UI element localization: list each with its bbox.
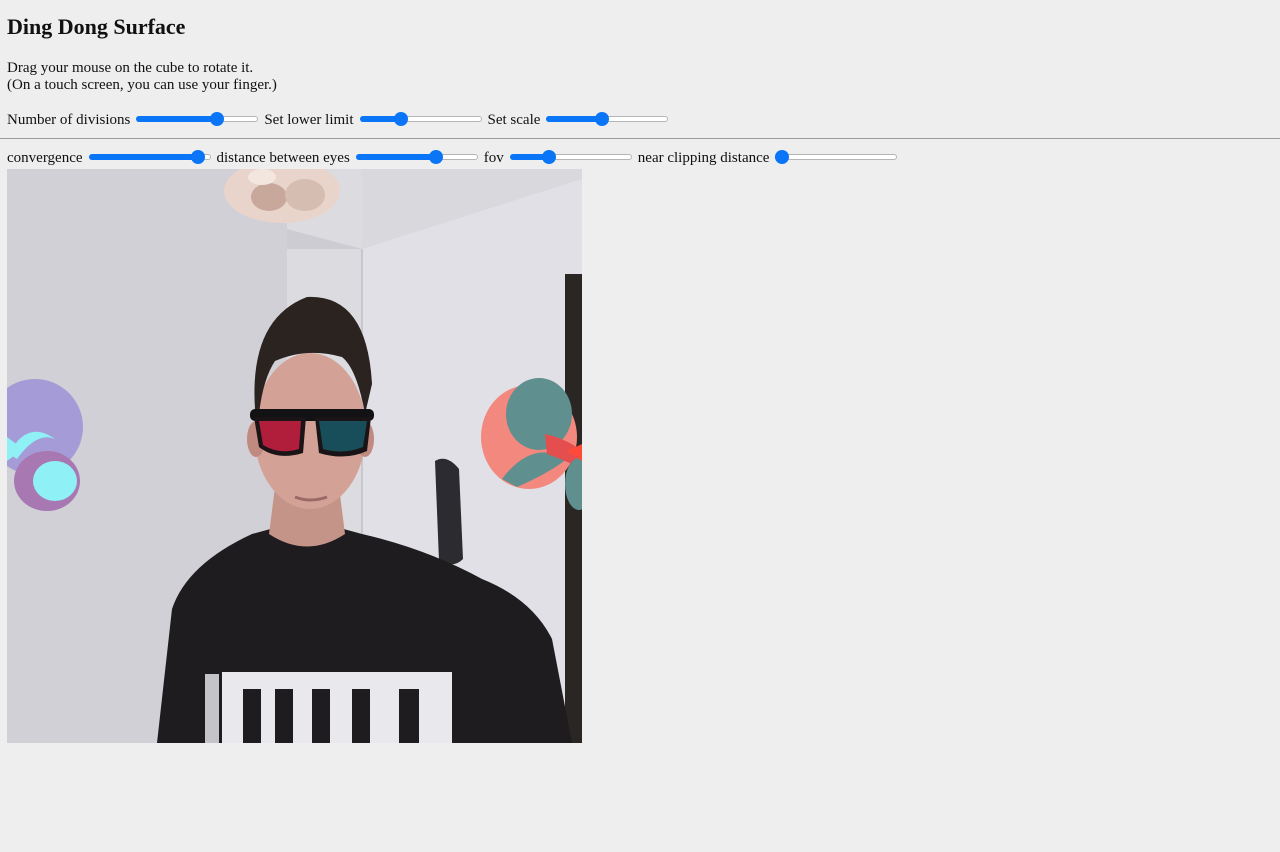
page: Ding Dong Surface Drag your mouse on the… bbox=[0, 0, 1280, 852]
horizontal-divider bbox=[0, 138, 1280, 139]
scale-label: Set scale bbox=[487, 111, 541, 128]
page-title: Ding Dong Surface bbox=[7, 14, 186, 39]
lower-limit-slider[interactable] bbox=[359, 110, 482, 130]
slider-thumb[interactable] bbox=[775, 150, 790, 164]
convergence-slider[interactable] bbox=[88, 148, 211, 168]
instruction-line-1: Drag your mouse on the cube to rotate it… bbox=[7, 60, 254, 76]
anaglyph-surface-left bbox=[7, 379, 83, 511]
fov-label: fov bbox=[483, 149, 504, 166]
eye-distance-label: distance between eyes bbox=[216, 149, 350, 166]
near-clipping-label: near clipping distance bbox=[637, 149, 770, 166]
slider-thumb[interactable] bbox=[191, 150, 206, 164]
eye-distance-slider[interactable] bbox=[355, 148, 478, 168]
instruction-line-2: (On a touch screen, you can use your fin… bbox=[7, 77, 277, 93]
near-clipping-slider[interactable] bbox=[775, 148, 898, 168]
hanging-bag bbox=[435, 458, 463, 565]
slider-thumb[interactable] bbox=[595, 112, 609, 126]
fov-slider[interactable] bbox=[509, 148, 632, 168]
scene-render bbox=[7, 169, 582, 743]
instructions: Drag your mouse on the cube to rotate it… bbox=[7, 60, 277, 94]
slider-thumb[interactable] bbox=[394, 112, 409, 126]
divisions-label: Number of divisions bbox=[7, 111, 131, 128]
scale-slider[interactable] bbox=[546, 110, 669, 130]
slider-thumb[interactable] bbox=[542, 150, 557, 164]
slider-thumb[interactable] bbox=[209, 112, 224, 126]
lower-limit-label: Set lower limit bbox=[264, 111, 354, 128]
divisions-slider[interactable] bbox=[136, 110, 259, 130]
webgl-canvas[interactable] bbox=[7, 169, 582, 743]
surface-controls-row: Number of divisions Set lower limit Set … bbox=[7, 110, 674, 130]
shirt-print bbox=[205, 672, 452, 743]
slider-thumb[interactable] bbox=[429, 150, 444, 164]
stereo-controls-row: convergence distance between eyes fov ne… bbox=[7, 148, 903, 168]
convergence-label: convergence bbox=[7, 149, 83, 166]
